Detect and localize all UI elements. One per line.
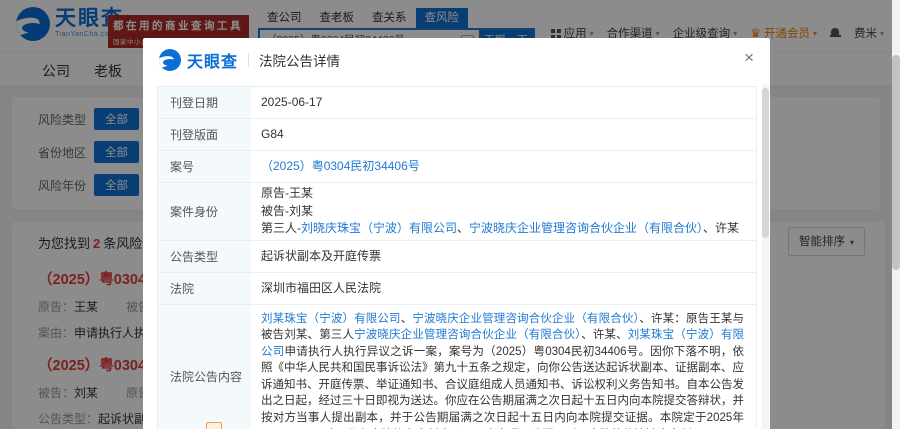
report-badge-icon bbox=[206, 422, 222, 429]
modal-brand: 天眼查 bbox=[187, 54, 239, 71]
divider bbox=[248, 53, 250, 67]
row-case-no: 案号 （2025）粤0304民初34406号 bbox=[158, 151, 756, 183]
modal-header: 天眼查 法院公告详情 bbox=[143, 38, 770, 82]
row-court: 法院 深圳市福田区人民法院 bbox=[158, 272, 756, 305]
company-link[interactable]: 刘某珠宝（宁波）有限公司 bbox=[261, 313, 401, 325]
row-parties: 案件身份 原告-王某 被告-刘某 第三人-刘晓庆珠宝（宁波）有限公司、宁波晓庆企… bbox=[158, 183, 756, 241]
row-publish-date: 刊登日期 2025-06-17 bbox=[158, 87, 756, 119]
row-page-no: 刊登版面 G84 bbox=[158, 119, 756, 151]
company-link[interactable]: 宁波晓庆企业管理咨询合伙企业（有限合伙） bbox=[412, 313, 639, 325]
row-notice-type: 公告类型 起诉状副本及开庭传票 bbox=[158, 240, 756, 273]
plaintiff-line: 原告-王某 bbox=[261, 186, 313, 200]
close-icon[interactable]: × bbox=[744, 49, 754, 66]
company-link[interactable]: 宁波晓庆企业管理咨询合伙企业（有限合伙） bbox=[354, 329, 581, 341]
detail-table: 刊登日期 2025-06-17 刊登版面 G84 案号 （2025）粤0304民… bbox=[157, 86, 757, 429]
defendant-line: 被告-刘某 bbox=[261, 203, 313, 218]
court-announcement-modal: 天眼查 法院公告详情 × 刊登日期 2025-06-17 刊登版面 G84 案号… bbox=[143, 38, 770, 429]
third-party-line: 第三人-刘晓庆珠宝（宁波）有限公司、宁波晓庆企业管理咨询合伙企业（有限合伙）、许… bbox=[261, 221, 740, 235]
company-link[interactable]: 刘晓庆珠宝（宁波）有限公司 bbox=[301, 221, 457, 235]
modal-scrollbar-thumb[interactable] bbox=[762, 88, 769, 238]
tianyancha-logo-icon bbox=[159, 49, 181, 71]
modal-title: 法院公告详情 bbox=[259, 54, 341, 69]
modal-scrollbar[interactable] bbox=[762, 84, 769, 429]
case-number-link[interactable]: （2025）粤0304民初34406号 bbox=[261, 159, 420, 173]
company-link[interactable]: 宁波晓庆企业管理咨询合伙企业（有限合伙） bbox=[469, 221, 703, 235]
announcement-content: 刘某珠宝（宁波）有限公司、宁波晓庆企业管理咨询合伙企业（有限合伙）、许某：原告王… bbox=[261, 312, 745, 429]
page-scrollbar-thumb[interactable] bbox=[892, 55, 900, 270]
page-scrollbar[interactable] bbox=[892, 0, 900, 429]
row-content: 法院公告内容 刘某珠宝（宁波）有限公司、宁波晓庆企业管理咨询合伙企业（有限合伙）… bbox=[158, 304, 756, 429]
